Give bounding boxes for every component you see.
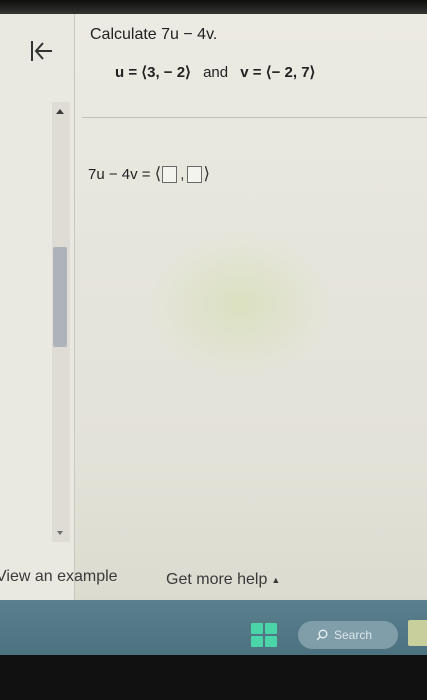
question-title: Calculate 7u − 4v.: [90, 26, 218, 43]
start-tile: [265, 636, 277, 647]
scroll-down-arrow-icon[interactable]: [57, 531, 63, 535]
divider: [82, 117, 427, 118]
question-screen: Calculate 7u − 4v. u = ⟨3, − 2⟩ and v = …: [0, 14, 427, 604]
caret-up-icon: ▲: [271, 574, 281, 585]
scroll-up-arrow-icon[interactable]: [56, 109, 64, 114]
close-bracket: ⟩: [203, 164, 211, 183]
taskbar-app-icon[interactable]: [408, 620, 427, 646]
left-panel: [0, 14, 75, 604]
get-more-help-label: Get more help: [166, 571, 268, 588]
search-label: Search: [334, 628, 373, 642]
back-to-start-icon[interactable]: [28, 38, 54, 64]
windows-start-icon[interactable]: [251, 623, 277, 647]
start-tile: [265, 623, 277, 634]
taskbar-search[interactable]: Search: [298, 621, 398, 649]
vector-u: u = ⟨3, − 2⟩: [115, 64, 191, 81]
vector-v: v = ⟨− 2, 7⟩: [240, 64, 316, 81]
answer-input-y[interactable]: [187, 165, 203, 183]
answer-label: 7u − 4v =: [88, 165, 151, 183]
start-tile: [251, 623, 263, 634]
view-example-link[interactable]: View an example: [0, 568, 118, 586]
bottom-bezel: [0, 655, 427, 700]
answer-comma: ,: [180, 165, 185, 183]
given-vectors: u = ⟨3, − 2⟩ and v = ⟨− 2, 7⟩: [115, 63, 315, 81]
open-bracket: ⟨: [154, 164, 162, 183]
answer-row: 7u − 4v = ⟨ , ⟩: [88, 162, 210, 186]
scrollbar-thumb[interactable]: [53, 247, 67, 347]
and-text: and: [203, 64, 229, 81]
start-tile: [251, 636, 263, 647]
get-more-help-button[interactable]: Get more help ▲: [166, 571, 280, 589]
search-icon: [316, 629, 328, 641]
screen-glare: [150, 234, 330, 374]
answer-input-x[interactable]: [162, 165, 178, 183]
